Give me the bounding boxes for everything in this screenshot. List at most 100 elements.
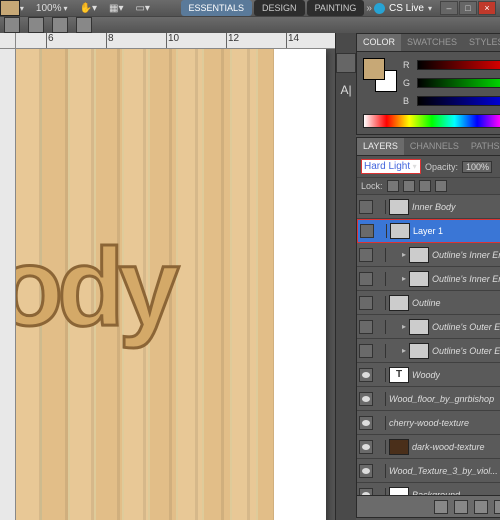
expand-arrow-icon[interactable]: ▸ xyxy=(402,322,406,331)
b-slider[interactable] xyxy=(417,96,500,106)
layer-row[interactable]: ▸Outline's Outer Emboss...fx▾ xyxy=(357,315,500,339)
collapsed-character-icon[interactable]: A| xyxy=(340,83,351,97)
collapsed-history-icon[interactable] xyxy=(336,53,356,73)
layer-name[interactable]: Layer 1 xyxy=(413,226,443,236)
layer-row[interactable]: Background🔒 xyxy=(357,483,500,495)
layer-name[interactable]: Outline xyxy=(412,298,441,308)
layer-thumbnail[interactable] xyxy=(409,247,429,263)
distribute-icon[interactable] xyxy=(28,17,44,33)
new-group-icon[interactable] xyxy=(494,500,500,514)
r-slider[interactable] xyxy=(417,60,500,70)
layer-thumbnail[interactable] xyxy=(389,295,409,311)
layer-name[interactable]: dark-wood-texture xyxy=(412,442,485,452)
visibility-toggle[interactable] xyxy=(359,296,373,310)
link-layers-icon[interactable] xyxy=(434,500,448,514)
arrange-icon[interactable] xyxy=(52,17,68,33)
visibility-toggle[interactable] xyxy=(359,368,373,382)
ruler-vertical[interactable] xyxy=(0,49,16,520)
visibility-toggle[interactable] xyxy=(359,200,373,214)
layer-row[interactable]: TWoody xyxy=(357,363,500,387)
minimize-icon[interactable]: – xyxy=(440,1,458,15)
visibility-toggle[interactable] xyxy=(359,440,373,454)
layer-row[interactable]: ▸Outline's Inner Embos...fx▾ xyxy=(357,243,500,267)
layer-name[interactable]: Outline's Outer Emboss... xyxy=(432,322,500,332)
visibility-toggle[interactable] xyxy=(360,224,374,238)
ruler-horizontal[interactable]: 6 8 10 12 14 xyxy=(16,33,335,49)
layer-thumbnail[interactable] xyxy=(390,223,410,239)
fg-color[interactable] xyxy=(363,58,385,80)
visibility-toggle[interactable] xyxy=(359,320,373,334)
visibility-toggle[interactable] xyxy=(359,248,373,262)
layer-list[interactable]: Inner Bodyfx▾ Layer 1 ▸ Outline's Inner Emb… xyxy=(357,195,500,495)
workspace-more[interactable]: » xyxy=(366,3,372,14)
tab-layers[interactable]: LAYERS xyxy=(357,138,404,155)
blend-mode-select[interactable]: Hard Light ▾ xyxy=(361,159,421,174)
lock-position-icon[interactable] xyxy=(419,180,431,192)
expand-arrow-icon[interactable]: ▸ xyxy=(402,250,406,259)
zoom-level[interactable]: 100%▾ xyxy=(36,3,68,14)
tab-channels[interactable]: CHANNELS xyxy=(404,138,465,155)
layer-row[interactable]: Outlinefx▾ xyxy=(357,291,500,315)
expand-arrow-icon[interactable]: ▸ xyxy=(402,274,406,283)
layer-row[interactable]: ▸ Outline's Outer Emboss H... xyxy=(357,339,500,363)
layer-name[interactable]: Outline's Outer Emboss H... xyxy=(432,346,500,356)
layer-mask-icon[interactable] xyxy=(474,500,488,514)
layer-thumbnail[interactable] xyxy=(389,439,409,455)
document[interactable]: ody xyxy=(16,49,326,520)
g-label: G xyxy=(403,78,413,88)
layer-row[interactable]: dark-wood-texture xyxy=(357,435,500,459)
expand-arrow-icon[interactable]: ▸ xyxy=(402,346,406,355)
tab-color[interactable]: COLOR xyxy=(357,34,401,51)
layer-name[interactable]: Wood_Texture_3_by_viol... xyxy=(389,466,498,476)
g-slider[interactable] xyxy=(417,78,500,88)
screen-icon[interactable]: ▭▾ xyxy=(135,3,149,14)
cslive-button[interactable]: CS Live▾ xyxy=(374,3,432,14)
workspace-painting[interactable]: PAINTING xyxy=(307,0,365,16)
fg-bg-swatch[interactable] xyxy=(363,58,397,92)
ruler-origin[interactable] xyxy=(0,33,16,49)
layer-thumbnail[interactable] xyxy=(409,271,429,287)
lock-transparency-icon[interactable] xyxy=(387,180,399,192)
layer-row[interactable]: Inner Bodyfx▾ xyxy=(357,195,500,219)
layer-name[interactable]: Background xyxy=(412,490,460,496)
workspace-design[interactable]: DESIGN xyxy=(254,0,305,16)
tab-styles[interactable]: STYLES xyxy=(463,34,500,51)
layer-name[interactable]: Outline's Inner Embos... xyxy=(432,250,500,260)
visibility-toggle[interactable] xyxy=(359,392,373,406)
more-options-icon[interactable] xyxy=(76,17,92,33)
layer-thumbnail[interactable] xyxy=(389,487,409,496)
layer-name[interactable]: Outline's Inner Emboss H... xyxy=(432,274,500,284)
layer-name[interactable]: Wood_floor_by_gnrbishop xyxy=(389,394,494,404)
layer-thumbnail[interactable]: T xyxy=(389,367,409,383)
visibility-toggle[interactable] xyxy=(359,464,373,478)
layer-style-icon[interactable] xyxy=(454,500,468,514)
layer-row[interactable]: ▸ Outline's Inner Emboss H... xyxy=(357,267,500,291)
layer-row[interactable]: Wood_Texture_3_by_viol... xyxy=(357,459,500,483)
hand-icon[interactable]: ✋▾ xyxy=(80,3,97,14)
lock-pixels-icon[interactable] xyxy=(403,180,415,192)
visibility-toggle[interactable] xyxy=(359,416,373,430)
maximize-icon[interactable]: □ xyxy=(459,1,477,15)
close-icon[interactable]: × xyxy=(478,1,496,15)
layer-name[interactable]: cherry-wood-texture xyxy=(389,418,469,428)
canvas-area[interactable]: 6 8 10 12 14 ody xyxy=(0,33,335,520)
layer-thumbnail[interactable] xyxy=(409,319,429,335)
color-spectrum[interactable] xyxy=(363,114,500,128)
layer-name[interactable]: Inner Body xyxy=(412,202,456,212)
visibility-toggle[interactable] xyxy=(359,344,373,358)
visibility-toggle[interactable] xyxy=(359,488,373,496)
opacity-input[interactable]: 100% xyxy=(462,161,492,173)
visibility-toggle[interactable] xyxy=(359,272,373,286)
lock-all-icon[interactable] xyxy=(435,180,447,192)
workspace-essentials[interactable]: ESSENTIALS xyxy=(181,0,253,16)
layer-name[interactable]: Woody xyxy=(412,370,440,380)
align-icon[interactable] xyxy=(4,17,20,33)
tab-paths[interactable]: PATHS xyxy=(465,138,500,155)
layer-row[interactable]: Layer 1 xyxy=(357,219,500,243)
layer-row[interactable]: Wood_floor_by_gnrbishop xyxy=(357,387,500,411)
layer-thumbnail[interactable] xyxy=(409,343,429,359)
layer-row[interactable]: cherry-wood-texture xyxy=(357,411,500,435)
tab-swatches[interactable]: SWATCHES xyxy=(401,34,463,51)
layer-thumbnail[interactable] xyxy=(389,199,409,215)
view-icon[interactable]: ▦▾ xyxy=(109,3,123,14)
